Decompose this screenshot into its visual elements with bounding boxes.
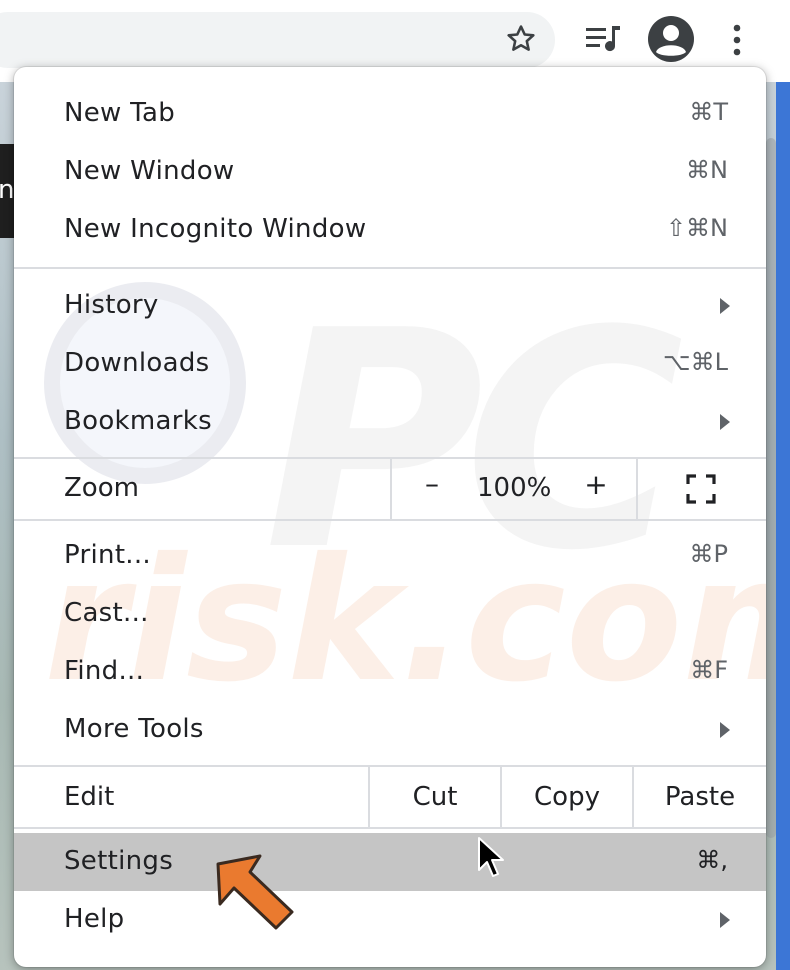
- fullscreen-icon[interactable]: [685, 473, 717, 505]
- zoom-label: Zoom: [64, 473, 139, 503]
- menu-divider: [14, 519, 766, 521]
- zoom-divider: [390, 459, 392, 519]
- menu-item-label: Bookmarks: [64, 406, 212, 436]
- menu-item-help[interactable]: Help: [14, 891, 766, 949]
- submenu-arrow-icon: [720, 414, 730, 430]
- page-scrollbar[interactable]: [766, 138, 776, 838]
- mouse-cursor-icon: [478, 837, 504, 877]
- menu-item-label: New Tab: [64, 98, 176, 128]
- menu-item-new-tab[interactable]: New Tab ⌘T: [14, 85, 766, 143]
- menu-item-shortcut: ⌘N: [686, 156, 728, 184]
- menu-item-new-incognito-window[interactable]: New Incognito Window ⇧⌘N: [14, 201, 766, 259]
- background-page-letter: n: [0, 175, 15, 205]
- edit-row: Edit Cut Copy Paste: [14, 767, 766, 827]
- address-bar[interactable]: [0, 12, 555, 68]
- copy-button[interactable]: Copy: [502, 767, 632, 827]
- menu-item-downloads[interactable]: Downloads ⌥⌘L: [14, 335, 766, 393]
- submenu-arrow-icon: [720, 912, 730, 928]
- menu-item-label: Help: [64, 904, 125, 934]
- submenu-arrow-icon: [720, 722, 730, 738]
- star-icon[interactable]: [504, 22, 538, 56]
- menu-item-shortcut: ⇧⌘N: [665, 214, 728, 242]
- zoom-divider: [636, 459, 638, 519]
- menu-divider: [14, 827, 766, 829]
- menu-item-cast[interactable]: Cast...: [14, 585, 766, 643]
- menu-item-shortcut: ⌘P: [689, 540, 728, 568]
- menu-item-print[interactable]: Print... ⌘P: [14, 527, 766, 585]
- zoom-out-button[interactable]: –: [420, 467, 444, 500]
- zoom-in-button[interactable]: +: [584, 468, 608, 501]
- menu-item-shortcut: ⌘T: [689, 98, 728, 126]
- media-queue-icon[interactable]: [584, 22, 624, 56]
- zoom-level: 100%: [477, 473, 552, 503]
- menu-item-new-window[interactable]: New Window ⌘N: [14, 143, 766, 201]
- menu-item-label: Settings: [64, 846, 174, 876]
- menu-item-shortcut: ⌘,: [696, 846, 728, 874]
- menu-item-label: Find...: [64, 656, 145, 686]
- menu-item-label: Cast...: [64, 598, 149, 628]
- window-edge: [776, 0, 790, 970]
- menu-item-label: History: [64, 290, 159, 320]
- more-menu-icon[interactable]: [724, 22, 750, 58]
- menu-item-find[interactable]: Find... ⌘F: [14, 643, 766, 701]
- zoom-row: Zoom – 100% +: [14, 459, 766, 519]
- menu-item-history[interactable]: History: [14, 277, 766, 335]
- menu-item-label: New Incognito Window: [64, 214, 367, 244]
- submenu-arrow-icon: [720, 298, 730, 314]
- browser-main-menu: PC risk.com New Tab ⌘T New Window ⌘N New…: [14, 67, 766, 967]
- menu-item-label: Downloads: [64, 348, 210, 378]
- menu-item-shortcut: ⌥⌘L: [662, 348, 728, 376]
- menu-item-shortcut: ⌘F: [690, 656, 728, 684]
- paste-button[interactable]: Paste: [634, 767, 766, 827]
- menu-item-label: New Window: [64, 156, 235, 186]
- edit-label: Edit: [64, 782, 115, 812]
- menu-item-label: More Tools: [64, 714, 204, 744]
- account-avatar-icon[interactable]: [646, 14, 696, 64]
- annotation-arrow-icon: [216, 854, 294, 930]
- menu-divider: [14, 267, 766, 269]
- menu-item-bookmarks[interactable]: Bookmarks: [14, 393, 766, 451]
- cut-button[interactable]: Cut: [370, 767, 500, 827]
- menu-item-settings[interactable]: Settings ⌘,: [14, 833, 766, 891]
- menu-item-more-tools[interactable]: More Tools: [14, 701, 766, 759]
- menu-item-label: Print...: [64, 540, 152, 570]
